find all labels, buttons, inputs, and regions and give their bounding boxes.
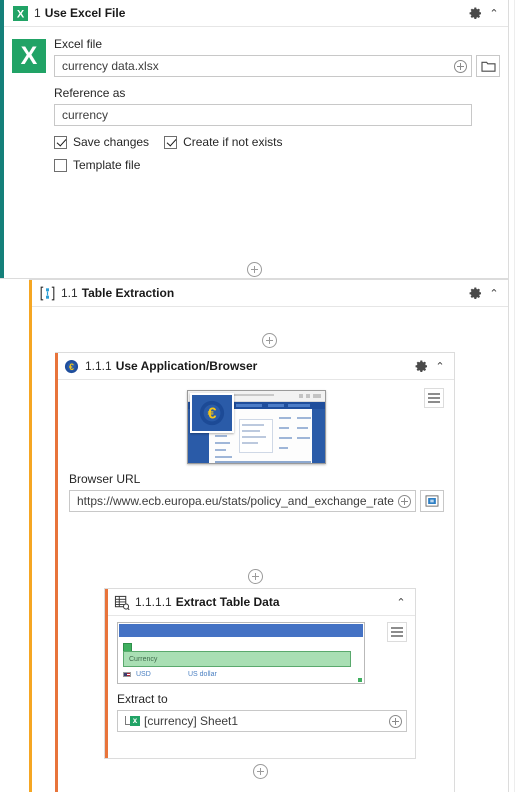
collapse-chevron-icon[interactable]: ⌃ [486,284,502,302]
extract-table-icon [113,594,130,611]
us-flag-icon [123,672,131,677]
browser-euro-icon: € [63,358,80,375]
extract-to-value: [currency] Sheet1 [144,714,239,728]
excel-file-input[interactable]: currency data.xlsx [54,55,472,77]
browser-target-preview-row: € [69,386,444,472]
add-activity-connector-top[interactable] [0,260,509,278]
card-header-use-excel-file[interactable]: X 1 Use Excel File ⌃ [0,0,508,27]
card-body-use-application-browser: € Browser URL https://www.ecb.europa.eu/… [55,380,454,512]
card-header-use-application-browser[interactable]: € 1.1.1 Use Application/Browser ⌃ [55,353,454,380]
reference-as-row: currency [54,104,500,126]
table-selection-preview-row: Currency USD US dollar [117,622,407,692]
activity-card-use-excel-file[interactable]: X 1 Use Excel File ⌃ X Excel file curren… [0,0,509,279]
template-file-label: Template file [73,158,141,172]
add-value-plus-icon[interactable] [454,59,467,73]
create-if-not-exists-label: Create if not exists [183,135,283,149]
excel-fields: Excel file currency data.xlsx Reference … [54,37,500,179]
excel-file-label: Excel file [54,37,103,51]
save-changes-checkbox[interactable] [54,135,67,149]
activity-number: 1.1.1 [85,359,112,373]
browser-url-value: https://www.ecb.europa.eu/stats/policy_a… [77,494,394,508]
excel-sheet-icon: x [125,715,140,727]
activity-title: Table Extraction [81,286,175,300]
activity-title: Extract Table Data [175,595,280,609]
browser-target-menu-button[interactable] [424,388,444,408]
activity-rail-table-extraction [29,280,32,792]
add-activity-connector-bottom[interactable] [104,762,416,780]
checkbox-row-2: Template file [54,158,500,172]
table-preview-row: USD US dollar [123,671,360,678]
extract-to-label: Extract to [117,692,168,706]
browser-screenshot-thumbnail[interactable]: € [187,390,326,464]
folder-icon [480,61,496,72]
table-preview-header-bar [119,624,363,637]
gear-icon[interactable] [412,357,430,375]
excel-file-value: currency data.xlsx [62,59,159,73]
collapse-chevron-icon[interactable]: ⌃ [393,593,409,611]
plus-icon[interactable] [261,332,277,348]
indicate-screen-button[interactable] [420,490,444,512]
hamburger-icon [428,393,440,395]
collapse-chevron-icon[interactable]: ⌃ [486,4,502,22]
activity-number: 1.1 [61,286,78,300]
extract-to-input[interactable]: x [currency] Sheet1 [117,710,407,732]
card-header-extract-table-data[interactable]: 1.1.1.1 Extract Table Data ⌃ [105,589,415,616]
svg-text:X: X [17,8,25,20]
plus-icon[interactable] [247,261,262,277]
svg-text:€: € [69,362,74,372]
svg-text:€: € [208,406,217,423]
extract-table-menu-button[interactable] [387,622,407,642]
hamburger-icon [391,627,403,629]
plus-icon[interactable] [252,763,268,779]
excel-file-row: currency data.xlsx [54,55,500,77]
currency-name: US dollar [188,671,217,678]
checkbox-row-1: Save changes Create if not exists [54,135,500,149]
collapse-chevron-icon[interactable]: ⌃ [432,357,448,375]
card-body-use-excel-file: X Excel file currency data.xlsx Referenc… [0,27,508,179]
create-if-not-exists-checkbox[interactable] [164,135,178,149]
activity-card-extract-table-data[interactable]: 1.1.1.1 Extract Table Data ⌃ Currency US… [104,588,416,759]
screenshot-icon [425,495,439,507]
activity-title: Use Excel File [44,6,126,20]
ecb-euro-logo: € [190,393,234,433]
browser-url-row: https://www.ecb.europa.eu/stats/policy_a… [69,490,444,512]
browser-url-input[interactable]: https://www.ecb.europa.eu/stats/policy_a… [69,490,416,512]
browse-folder-button[interactable] [476,55,500,77]
add-value-plus-icon[interactable] [389,714,402,728]
workflow-canvas: X 1 Use Excel File ⌃ X Excel file curren… [0,0,515,792]
excel-large-icon: X [12,39,46,73]
card-body-extract-table-data: Currency USD US dollar Extract to x [cur… [105,616,415,740]
add-activity-connector-inside-browser[interactable] [55,567,455,585]
activity-number: 1 [34,6,41,20]
extract-to-row: x [currency] Sheet1 [117,710,407,732]
selected-column-highlight: Currency [123,651,351,667]
selection-resize-handle[interactable] [358,678,362,682]
gear-icon[interactable] [466,284,484,302]
card-header-table-extraction[interactable]: 1.1 Table Extraction ⌃ [29,280,508,307]
table-extraction-icon [39,285,56,302]
currency-code: USD [136,671,151,678]
template-file-checkbox[interactable] [54,158,67,172]
reference-as-value: currency [62,108,109,122]
reference-as-input[interactable]: currency [54,104,472,126]
reference-as-label: Reference as [54,86,126,100]
selected-column-label: Currency [129,655,158,663]
save-changes-label: Save changes [73,135,150,149]
table-selection-preview[interactable]: Currency USD US dollar [117,622,365,684]
add-activity-connector-inside-table-extraction[interactable] [29,331,509,349]
browser-url-label: Browser URL [69,472,141,486]
add-value-plus-icon[interactable] [398,494,411,508]
activity-number: 1.1.1.1 [135,595,172,609]
activity-title: Use Application/Browser [115,359,258,373]
gear-icon[interactable] [466,4,484,22]
plus-icon[interactable] [247,568,263,584]
excel-icon: X [12,5,29,22]
